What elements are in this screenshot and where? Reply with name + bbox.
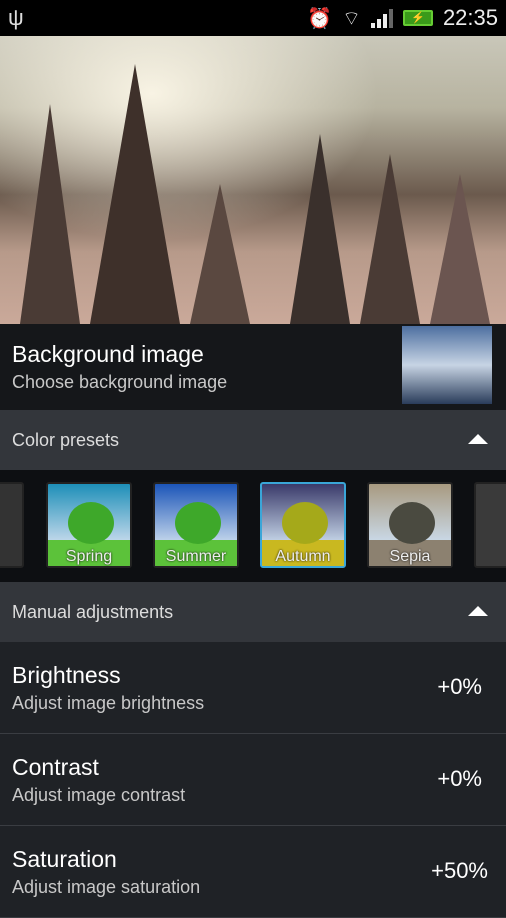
saturation-setting[interactable]: Saturation Adjust image saturation +50% bbox=[0, 826, 506, 918]
signal-icon bbox=[370, 8, 393, 28]
background-subtitle: Choose background image bbox=[12, 372, 228, 392]
battery-charging-icon: ⚡ bbox=[402, 10, 433, 26]
preset-label: Autumn bbox=[275, 548, 331, 565]
preset-autumn[interactable]: Autumn bbox=[260, 482, 346, 568]
setting-subtitle: Adjust image contrast bbox=[12, 784, 186, 805]
background-image-setting[interactable]: Background image Choose background image bbox=[0, 324, 506, 410]
preset-summer[interactable]: Summer bbox=[153, 482, 239, 568]
preset-carousel[interactable]: Spring Summer Autumn Sepia bbox=[0, 470, 506, 582]
manual-adjustments-header[interactable]: Manual adjustments bbox=[0, 582, 506, 642]
setting-title: Brightness bbox=[12, 661, 121, 688]
preset-sepia[interactable]: Sepia bbox=[367, 482, 453, 568]
usb-icon: ψ bbox=[8, 5, 24, 30]
color-presets-title: Color presets bbox=[12, 429, 120, 450]
manual-adjustments-title: Manual adjustments bbox=[12, 601, 174, 622]
collapse-arrow-icon[interactable] bbox=[468, 434, 488, 444]
contrast-setting[interactable]: Contrast Adjust image contrast +0% bbox=[0, 734, 506, 826]
brightness-setting[interactable]: Brightness Adjust image brightness +0% bbox=[0, 642, 506, 734]
background-title: Background image bbox=[12, 341, 204, 367]
setting-value: +0% bbox=[437, 674, 482, 699]
clock: 22:35 bbox=[442, 5, 498, 30]
setting-value: +50% bbox=[431, 858, 488, 883]
setting-subtitle: Adjust image saturation bbox=[12, 876, 201, 897]
preset-spring[interactable]: Spring bbox=[46, 482, 132, 568]
preset-label: Spring bbox=[65, 548, 113, 565]
status-bar: ψ ⏰ ⌔ ⚡ 22:35 bbox=[0, 0, 506, 36]
preset-label: Summer bbox=[165, 548, 227, 565]
setting-title: Saturation bbox=[12, 845, 117, 872]
setting-subtitle: Adjust image brightness bbox=[12, 692, 205, 713]
preset-label: Sepia bbox=[389, 548, 431, 565]
preset-partial[interactable] bbox=[474, 482, 506, 568]
alarm-icon: ⏰ bbox=[307, 7, 333, 30]
collapse-arrow-icon[interactable] bbox=[468, 606, 488, 616]
background-thumbnail[interactable] bbox=[402, 326, 492, 404]
setting-title: Contrast bbox=[12, 753, 99, 780]
background-preview-image bbox=[0, 36, 506, 324]
color-presets-header[interactable]: Color presets bbox=[0, 410, 506, 470]
preset-partial[interactable] bbox=[0, 482, 24, 568]
setting-value: +0% bbox=[437, 766, 482, 791]
wifi-icon: ⌔ bbox=[342, 7, 361, 30]
